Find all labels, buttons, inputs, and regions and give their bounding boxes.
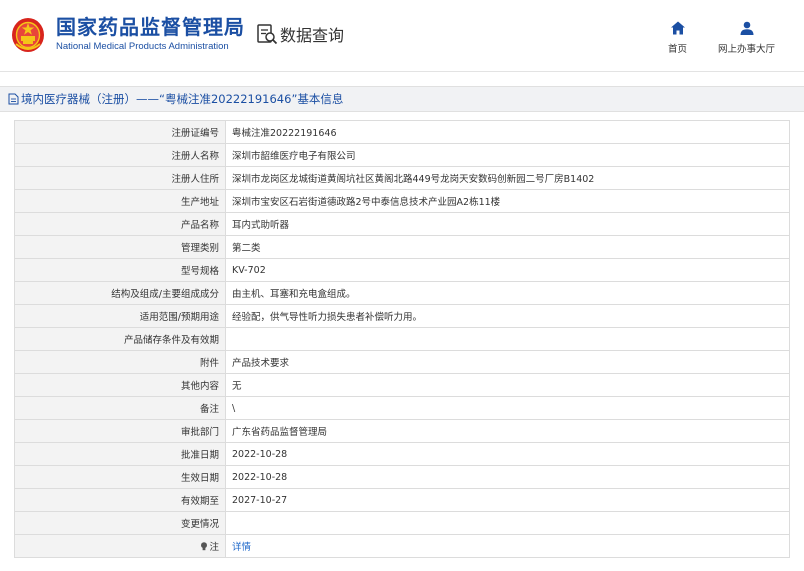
row-value: 2022-10-28 — [225, 465, 790, 489]
data-query-label: 数据查询 — [280, 26, 345, 45]
table-row: 注册人住所 深圳市龙岗区龙城街道黄阁坑社区黄阁北路449号龙岗天安数码创新园二号… — [14, 166, 790, 190]
row-value: 无 — [225, 373, 790, 397]
row-label: 注册证编号 — [14, 120, 226, 144]
row-label: 备注 — [14, 396, 226, 420]
details-link[interactable]: 详情 — [232, 542, 251, 553]
table-row: 有效期至 2027-10-27 — [14, 488, 790, 512]
row-value — [225, 511, 790, 535]
nav-online-hall-label: 网上办事大厅 — [718, 44, 776, 55]
row-value: 产品技术要求 — [225, 350, 790, 374]
row-label: 附件 — [14, 350, 226, 374]
row-value: 粤械注准20222191646 — [225, 120, 790, 144]
row-value: \ — [225, 396, 790, 420]
table-row: 适用范围/预期用途 经验配，供气导性听力损失患者补偿听力用。 — [14, 304, 790, 328]
note-row-value: 详情 — [225, 534, 790, 558]
record-title: 境内医疗器械（注册）——“粤械注准20222191646”基本信息 — [21, 92, 344, 106]
logo-title-en: National Medical Products Administration — [56, 41, 229, 52]
data-query-link[interactable]: 数据查询 — [256, 22, 344, 46]
row-value: 广东省药品监督管理局 — [225, 419, 790, 443]
row-label: 注册人名称 — [14, 143, 226, 167]
row-value: 2022-10-28 — [225, 442, 790, 466]
nav-online-hall-button[interactable]: 网上办事大厅 — [718, 20, 775, 55]
table-row: 型号规格 KV-702 — [14, 258, 790, 282]
table-row: 批准日期 2022-10-28 — [14, 442, 790, 466]
table-row: 变更情况 — [14, 511, 790, 535]
site-logo[interactable]: 国家药品监督管理局 National Medical Products Admi… — [10, 14, 245, 54]
row-label: 生效日期 — [14, 465, 226, 489]
row-label: 批准日期 — [14, 442, 226, 466]
table-row: 审批部门 广东省药品监督管理局 — [14, 419, 790, 443]
table-row: 注册证编号 粤械注准20222191646 — [14, 120, 790, 144]
table-row: 备注 \ — [14, 396, 790, 420]
note-label-text: 注 — [209, 542, 219, 553]
document-search-icon — [257, 24, 278, 45]
table-row: 注册人名称 深圳市韶维医疗电子有限公司 — [14, 143, 790, 167]
record-title-bar: 境内医疗器械（注册）——“粤械注准20222191646”基本信息 — [0, 86, 804, 112]
table-row: 管理类别 第二类 — [14, 235, 790, 259]
national-emblem-icon — [12, 18, 44, 52]
table-row: 其他内容 无 — [14, 373, 790, 397]
table-row: 产品名称 耳内式助听器 — [14, 212, 790, 236]
row-label: 适用范围/预期用途 — [14, 304, 226, 328]
row-label: 注册人住所 — [14, 166, 226, 190]
row-value: 由主机、耳塞和充电盒组成。 — [225, 281, 790, 305]
row-value: 耳内式助听器 — [225, 212, 790, 236]
row-value: 深圳市龙岗区龙城街道黄阁坑社区黄阁北路449号龙岗天安数码创新园二号厂房B140… — [225, 166, 790, 190]
person-icon — [740, 21, 753, 35]
row-label: 产品名称 — [14, 212, 226, 236]
table-row-note: 注 详情 — [14, 534, 790, 558]
table-row: 生效日期 2022-10-28 — [14, 465, 790, 489]
row-value: 经验配，供气导性听力损失患者补偿听力用。 — [225, 304, 790, 328]
lightbulb-icon — [201, 542, 208, 551]
document-icon — [8, 93, 19, 105]
row-value: KV-702 — [225, 258, 790, 282]
row-label: 生产地址 — [14, 189, 226, 213]
row-label: 型号规格 — [14, 258, 226, 282]
row-label: 产品储存条件及有效期 — [14, 327, 226, 351]
row-value: 深圳市宝安区石岩街道德政路2号中泰信息技术产业园A2栋11楼 — [225, 189, 790, 213]
row-label: 结构及组成/主要组成成分 — [14, 281, 226, 305]
row-value: 2027-10-27 — [225, 488, 790, 512]
row-label: 审批部门 — [14, 419, 226, 443]
table-row: 附件 产品技术要求 — [14, 350, 790, 374]
row-label: 管理类别 — [14, 235, 226, 259]
table-row: 生产地址 深圳市宝安区石岩街道德政路2号中泰信息技术产业园A2栋11楼 — [14, 189, 790, 213]
row-value: 第二类 — [225, 235, 790, 259]
logo-title-cn: 国家药品监督管理局 — [56, 15, 245, 39]
site-header: 国家药品监督管理局 National Medical Products Admi… — [0, 0, 804, 72]
row-value — [225, 327, 790, 351]
table-row: 产品储存条件及有效期 — [14, 327, 790, 351]
record-detail-table: 注册证编号 粤械注准20222191646 注册人名称 深圳市韶维医疗电子有限公… — [14, 120, 790, 558]
row-value: 深圳市韶维医疗电子有限公司 — [225, 143, 790, 167]
nav-home-button[interactable]: 首页 — [668, 20, 687, 55]
row-label: 变更情况 — [14, 511, 226, 535]
nav-home-label: 首页 — [668, 44, 688, 55]
note-row-label: 注 — [14, 534, 226, 558]
row-label: 有效期至 — [14, 488, 226, 512]
table-row: 结构及组成/主要组成成分 由主机、耳塞和充电盒组成。 — [14, 281, 790, 305]
row-label: 其他内容 — [14, 373, 226, 397]
home-icon — [670, 21, 685, 35]
